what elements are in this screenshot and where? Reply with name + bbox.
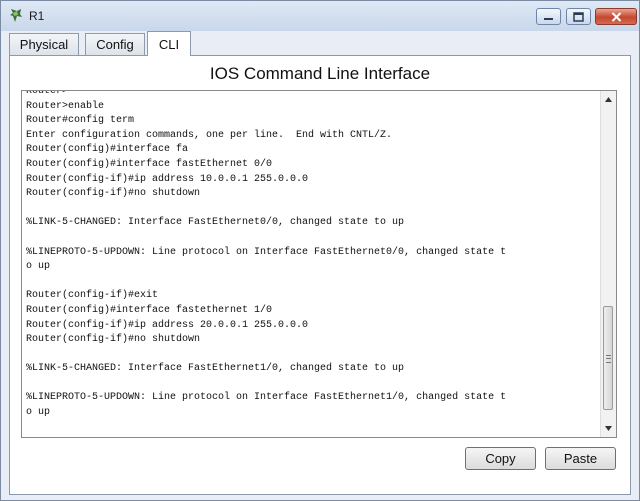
tab-label: Config [96,37,134,52]
maximize-icon [573,11,584,22]
terminal-line: %LINK-5-CHANGED: Interface FastEthernet1… [26,363,405,375]
scroll-up-arrow-icon[interactable] [601,92,616,106]
terminal-line: o up [26,407,51,419]
terminal-line: Router(config-if)#ip address 20.0.0.1 25… [26,319,309,331]
terminal-line: Router(config)#interface fastethernet 1/… [26,304,273,316]
terminal-line: Router(config)#interface fa [26,144,189,156]
tab-cli[interactable]: CLI [147,31,191,56]
terminal-line: %LINEPROTO-5-UPDOWN: Line protocol on In… [26,246,507,258]
paste-button[interactable]: Paste [545,447,616,470]
router-icon [10,9,22,22]
terminal-console[interactable]: Router> Router>enable Router#config term En… [21,90,617,438]
close-icon [611,11,621,22]
tab-physical[interactable]: Physical [9,33,79,55]
terminal-line: Enter configuration commands, one per li… [26,129,393,141]
terminal-line: %LINEPROTO-5-UPDOWN: Line protocol on In… [26,392,507,404]
minimize-button[interactable] [536,8,561,25]
close-button[interactable] [595,8,637,25]
terminal-line: Router(config-if)#exit [26,290,159,302]
terminal-line: Router(config)#interface fastEthernet 0/… [26,158,273,170]
tab-config[interactable]: Config [85,33,145,55]
window-title: R1 [29,9,45,23]
scroll-down-arrow-icon[interactable] [601,421,616,435]
scroll-thumb[interactable] [603,306,613,410]
scroll-grip [606,355,611,363]
title-bar[interactable]: R1 [1,1,639,31]
minimize-icon [544,17,553,20]
tab-label: CLI [158,36,180,52]
copy-button[interactable]: Copy [465,447,536,470]
terminal-line: Router>enable [26,100,105,112]
panel-title: IOS Command Line Interface [209,64,431,83]
terminal-line: Router(config-if)#ip address 10.0.0.1 25… [26,173,309,185]
cli-window: R1 Physical Config CLI IOS Command Line … [0,0,640,501]
tab-label: Physical [19,37,69,52]
terminal-output[interactable]: Router> Router>enable Router#config term En… [26,90,598,421]
terminal-line: Router#config term [26,115,135,127]
terminal-line: Router(config-if)#no shutdown [26,188,201,200]
maximize-button[interactable] [566,8,591,25]
cli-panel: IOS Command Line Interface Router> Router… [9,55,631,495]
terminal-line: Router> [26,90,69,97]
terminal-line: o up [26,261,51,273]
terminal-line: %LINK-5-CHANGED: Interface FastEthernet0… [26,217,405,229]
vertical-scrollbar[interactable] [600,91,616,437]
terminal-line: Router(config-if)#no shutdown [26,334,201,346]
